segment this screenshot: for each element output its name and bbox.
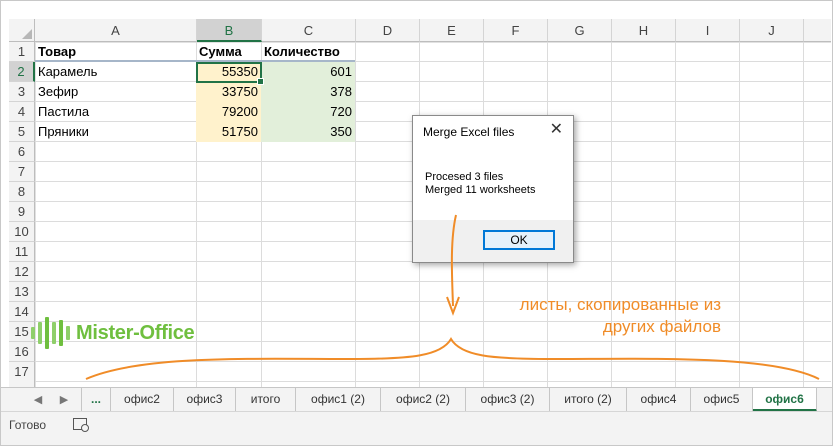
annotation-arrow-icon: [85, 214, 820, 380]
annotation-line2: других файлов: [602, 317, 721, 336]
tab-sheet[interactable]: офис5: [691, 388, 753, 412]
tab-sheet[interactable]: офис2 (2): [381, 388, 466, 412]
tab-sheet[interactable]: итого: [236, 388, 296, 412]
macro-record-icon[interactable]: [73, 418, 89, 432]
annotation-line1: листы, скопированные из: [519, 295, 721, 314]
excel-window: A B C D E F G H I J 1 2 3 4 5 6 7 8 9 10…: [0, 0, 833, 446]
tab-sheet[interactable]: офис2: [111, 388, 174, 412]
tab-sheet[interactable]: офис4: [627, 388, 691, 412]
tab-ellipsis[interactable]: ...: [81, 388, 111, 412]
tab-sheet[interactable]: итого (2): [550, 388, 627, 412]
status-bar: Готово: [1, 411, 832, 445]
brace-icon: [85, 337, 820, 380]
tab-sheet[interactable]: офис1 (2): [296, 388, 381, 412]
tab-next-icon[interactable]: ▶: [53, 388, 75, 412]
status-ready-text: Готово: [9, 418, 47, 432]
tab-sheet-active[interactable]: офис6: [753, 388, 817, 412]
tab-prev-icon[interactable]: ◀: [27, 388, 49, 412]
tab-sheet[interactable]: офис3: [174, 388, 236, 412]
annotation-text: листы, скопированные из других файлов: [471, 294, 721, 338]
tab-sheet[interactable]: офис3 (2): [466, 388, 550, 412]
sheet-tab-bar: ◀ ▶ ... офис2 офис3 итого офис1 (2) офис…: [1, 387, 832, 412]
